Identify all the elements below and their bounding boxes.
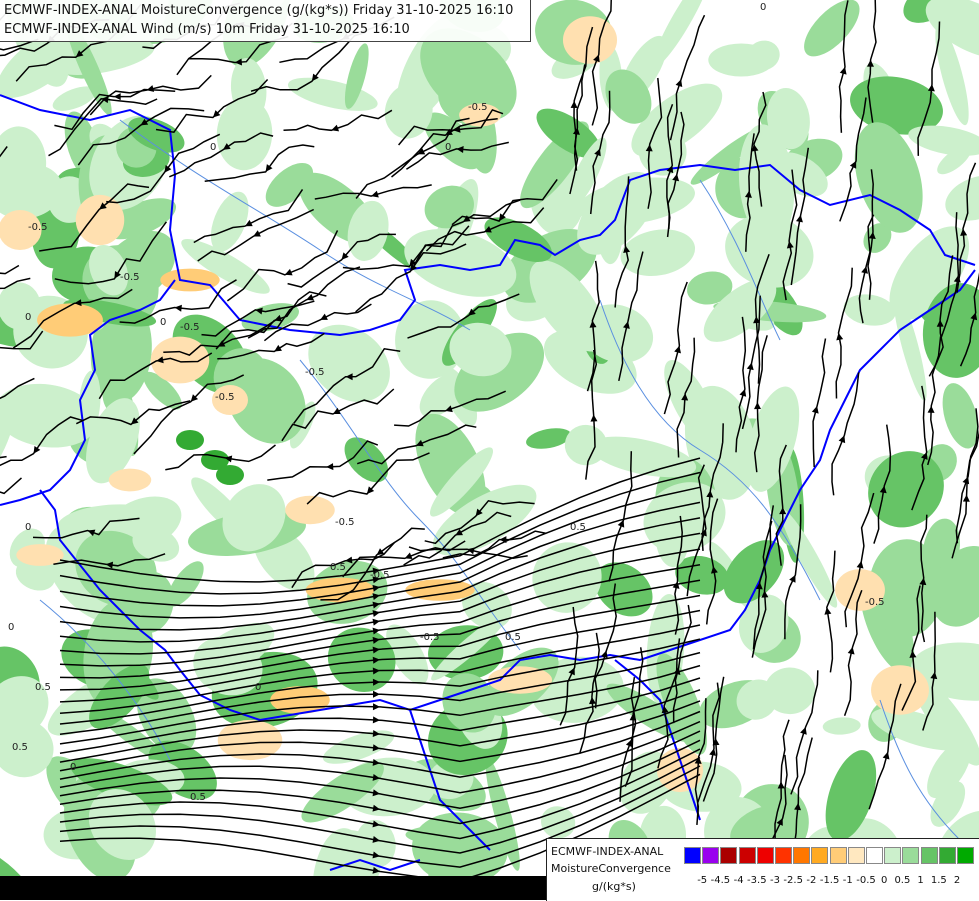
legend-tick: -2.5 (783, 875, 803, 886)
legend-swatch (738, 847, 756, 864)
legend-swatch (793, 847, 811, 864)
divergence-patch (871, 665, 929, 715)
legend-swatch (902, 847, 920, 864)
contour-label: 0.5 (12, 742, 28, 753)
contour-label: 0 (255, 682, 261, 693)
title-moisture-convergence: ECMWF-INDEX-ANAL MoistureConvergence (g/… (4, 3, 514, 18)
contour-label: 0.5 (570, 522, 586, 533)
contour-label: -0.5 (305, 367, 325, 378)
legend-swatch (920, 847, 938, 864)
legend-model: ECMWF-INDEX-ANAL (551, 845, 664, 858)
bottom-bar (0, 876, 546, 900)
contour-label: -0.5 (468, 102, 488, 113)
legend-swatch (775, 847, 792, 864)
legend-tick: 1 (917, 875, 924, 886)
contour-label: -0.5 (865, 597, 885, 608)
strong-convergence-patch (176, 430, 204, 450)
contour-label: 0 (25, 522, 31, 533)
divergence-patch (16, 544, 64, 566)
contour-label: -0.5 (120, 272, 140, 283)
color-legend: ECMWF-INDEX-ANAL MoistureConvergence g/(… (546, 838, 979, 901)
legend-swatch (756, 847, 774, 864)
legend-tick: 0.5 (894, 875, 911, 886)
legend-swatch (847, 847, 865, 864)
contour-label: -0.5 (28, 222, 48, 233)
moisture-convergence-map: -0.5 -0.5 -0.5 -0.5 -0.5 -0.5 -0.5 -0.5 0.5 0.5 -0… (0, 0, 979, 900)
contour-label: 0 (210, 142, 216, 153)
contour-label: 0 (160, 317, 166, 328)
contour-label: -0.5 (180, 322, 200, 333)
legend-parameter: MoistureConvergence (551, 862, 671, 875)
contour-label: -0.5 (215, 392, 235, 403)
legend-swatch (720, 847, 738, 864)
legend-unit: g/(kg*s) (592, 880, 636, 893)
legend-swatch (884, 847, 902, 864)
strong-convergence-patch (216, 465, 244, 485)
contour-label: 0.5 (190, 792, 206, 803)
contour-label: 0 (8, 622, 14, 633)
legend-tick: -4 (733, 875, 744, 886)
map-title-box: ECMWF-INDEX-ANAL MoistureConvergence (g/… (0, 0, 531, 42)
legend-tick: -5 (697, 875, 708, 886)
legend-tick: -2 (806, 875, 817, 886)
contour-label: 0.5 (330, 562, 346, 573)
legend-tick: -3.5 (747, 875, 767, 886)
contour-label: 0.5 (505, 632, 521, 643)
contour-label: -0.5 (335, 517, 355, 528)
legend-swatch (684, 847, 701, 864)
legend-tick: 2 (953, 875, 961, 886)
legend-tick: 1.5 (930, 875, 947, 886)
contour-label: -0.5 (420, 632, 440, 643)
divergence-patch (562, 16, 618, 64)
contour-label: -0.5 (370, 570, 390, 581)
divergence-patch (285, 495, 335, 525)
legend-swatch (829, 847, 847, 864)
contour-label: 0 (445, 142, 451, 153)
legend-tick: -0.5 (856, 875, 876, 886)
legend-tick: 0 (881, 875, 888, 886)
divergence-patch (108, 468, 152, 492)
legend-tick: -1 (842, 875, 853, 886)
contour-label: 0 (25, 312, 31, 323)
legend-swatch (702, 847, 720, 864)
legend-swatch (811, 847, 829, 864)
contour-label: 0.5 (35, 682, 51, 693)
legend-tick: -1.5 (819, 875, 840, 886)
title-wind: ECMWF-INDEX-ANAL Wind (m/s) 10m Friday 3… (4, 22, 410, 37)
legend-tick: -4.5 (710, 875, 731, 886)
legend-swatch (866, 847, 883, 864)
contour-label: 0 (70, 762, 76, 773)
legend-swatch (957, 847, 974, 864)
contour-label: 0 (760, 2, 766, 13)
legend-swatch (938, 847, 956, 864)
legend-tick: -3 (770, 875, 780, 886)
